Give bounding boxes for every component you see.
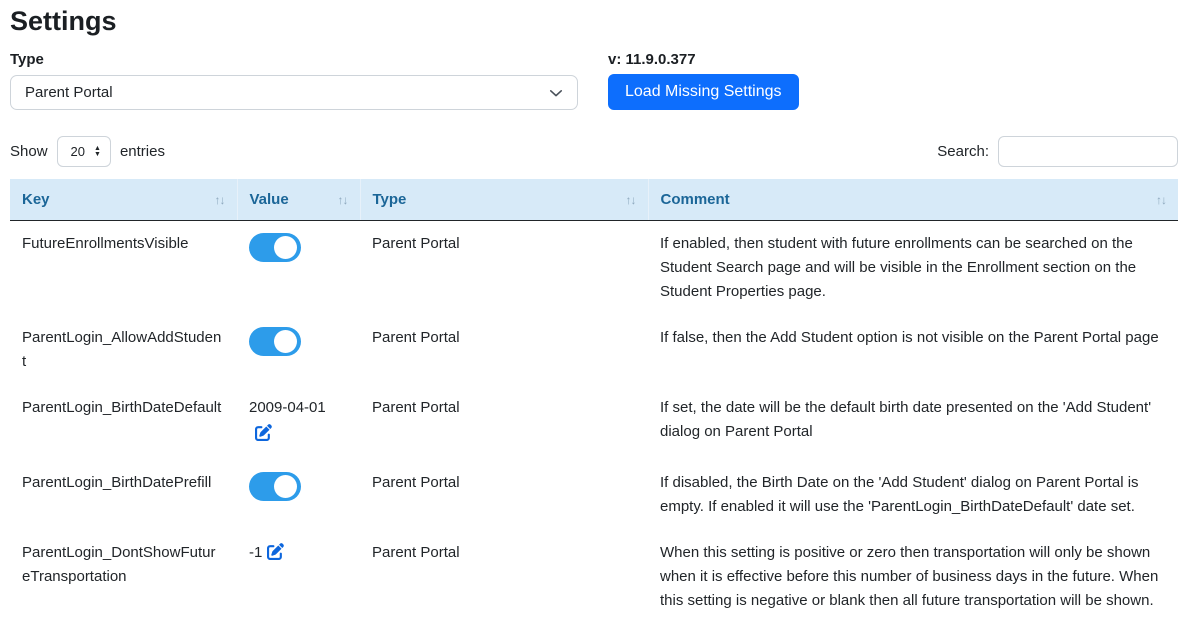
version-label: v: 11.9.0.377 [608, 51, 799, 68]
column-header-value-label: Value [250, 191, 289, 208]
setting-value-text: 2009-04-01 [249, 399, 326, 416]
setting-type: Parent Portal [360, 530, 648, 624]
entries-length-select[interactable]: 20 ▲▼ [57, 136, 111, 167]
sort-icon[interactable]: ↑↓ [626, 193, 636, 207]
setting-comment: When this setting is positive or zero th… [648, 530, 1178, 624]
search-wrap: Search: [937, 136, 1178, 167]
updown-arrows-icon: ▲▼ [94, 146, 101, 158]
setting-comment: If set, the date will be the default bir… [648, 385, 1178, 460]
column-header-comment[interactable]: Comment ↑↓ [648, 179, 1178, 221]
setting-value-text: -1 [249, 544, 262, 561]
table-controls: Show 20 ▲▼ entries Search: [10, 136, 1178, 167]
setting-type: Parent Portal [360, 315, 648, 385]
toggle-on-switch[interactable] [249, 472, 301, 501]
search-input[interactable] [998, 136, 1178, 167]
table-row: ParentLogin_BirthDatePrefill Parent Port… [10, 460, 1178, 530]
load-missing-settings-button[interactable]: Load Missing Settings [608, 74, 799, 110]
setting-value-cell [237, 460, 360, 530]
sort-icon[interactable]: ↑↓ [215, 193, 225, 207]
show-label: Show [10, 143, 48, 160]
type-label: Type [10, 51, 578, 68]
sort-icon[interactable]: ↑↓ [1156, 193, 1166, 207]
setting-key: ParentLogin_BirthDateDefault [10, 385, 237, 460]
setting-type: Parent Portal [360, 385, 648, 460]
chevron-down-icon [549, 86, 563, 100]
toggle-on-switch[interactable] [249, 327, 301, 356]
column-header-type[interactable]: Type ↑↓ [360, 179, 648, 221]
setting-value-cell: -1 [237, 530, 360, 624]
settings-table: Key ↑↓ Value ↑↓ Type ↑↓ Comment ↑↓ FutureEnr… [10, 179, 1178, 624]
table-row: ParentLogin_AllowAddStudent Parent Porta… [10, 315, 1178, 385]
column-header-value[interactable]: Value ↑↓ [237, 179, 360, 221]
search-label: Search: [937, 143, 989, 160]
version-and-load: v: 11.9.0.377 Load Missing Settings [608, 51, 799, 110]
setting-value-cell [237, 315, 360, 385]
column-header-comment-label: Comment [661, 191, 730, 208]
type-filter: Type Parent Portal [10, 51, 578, 110]
setting-key: FutureEnrollmentsVisible [10, 221, 237, 316]
settings-page: Settings Type Parent Portal v: 11.9.0.37… [0, 0, 1188, 624]
column-header-type-label: Type [373, 191, 407, 208]
edit-icon[interactable] [267, 543, 284, 560]
setting-value-cell: 2009-04-01 [237, 385, 360, 460]
setting-key: ParentLogin_DontShowFutureTransportation [10, 530, 237, 624]
setting-value-cell [237, 221, 360, 316]
setting-key: ParentLogin_BirthDatePrefill [10, 460, 237, 530]
entries-select-value: 20 [71, 144, 85, 159]
setting-key: ParentLogin_AllowAddStudent [10, 315, 237, 385]
sort-icon[interactable]: ↑↓ [338, 193, 348, 207]
page-title: Settings [10, 6, 1178, 37]
setting-comment: If disabled, the Birth Date on the 'Add … [648, 460, 1178, 530]
entries-label: entries [120, 143, 165, 160]
filter-row: Type Parent Portal v: 11.9.0.377 Load Mi… [10, 51, 1178, 110]
table-row: FutureEnrollmentsVisible Parent Portal I… [10, 221, 1178, 316]
setting-type: Parent Portal [360, 221, 648, 316]
setting-type: Parent Portal [360, 460, 648, 530]
table-row: ParentLogin_DontShowFutureTransportation… [10, 530, 1178, 624]
setting-comment: If enabled, then student with future enr… [648, 221, 1178, 316]
table-row: ParentLogin_BirthDateDefault 2009-04-01 … [10, 385, 1178, 460]
toggle-on-switch[interactable] [249, 233, 301, 262]
type-select-value: Parent Portal [25, 84, 113, 101]
edit-icon[interactable] [255, 424, 272, 441]
table-header-row: Key ↑↓ Value ↑↓ Type ↑↓ Comment ↑↓ [10, 179, 1178, 221]
setting-comment: If false, then the Add Student option is… [648, 315, 1178, 385]
show-entries: Show 20 ▲▼ entries [10, 136, 165, 167]
column-header-key[interactable]: Key ↑↓ [10, 179, 237, 221]
type-select[interactable]: Parent Portal [10, 75, 578, 110]
column-header-key-label: Key [22, 191, 50, 208]
